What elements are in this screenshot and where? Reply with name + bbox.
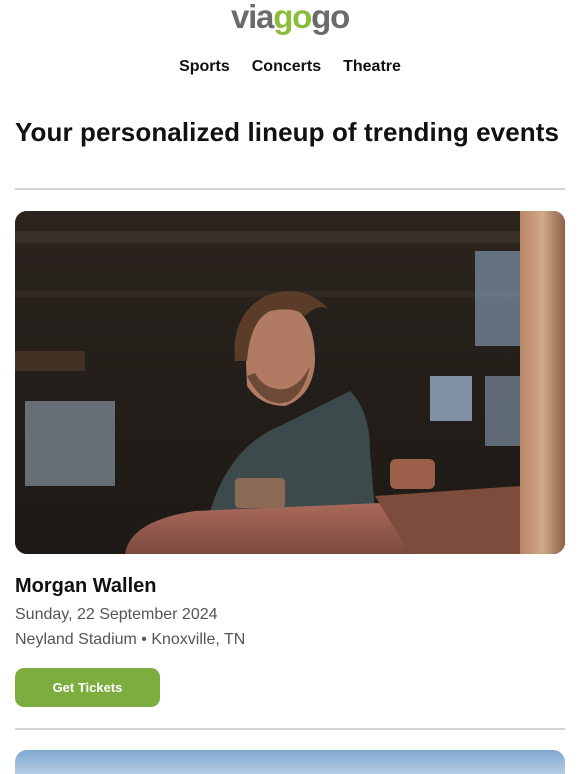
next-event-image[interactable]: [15, 750, 565, 774]
page-headline: Your personalized lineup of trending eve…: [15, 117, 560, 147]
logo-part-go-green: go: [273, 0, 312, 35]
event-title[interactable]: Morgan Wallen: [15, 575, 156, 598]
category-nav: Sports Concerts Theatre: [0, 58, 580, 76]
get-tickets-button[interactable]: Get Tickets: [15, 668, 160, 707]
event-date: Sunday, 22 September 2024: [15, 606, 218, 623]
artist-photo-icon: [15, 211, 565, 554]
nav-sports[interactable]: Sports: [179, 58, 230, 76]
logo-part-via: via: [230, 0, 274, 35]
viagogo-logo[interactable]: viagogo: [0, 0, 580, 34]
event-image[interactable]: [15, 211, 565, 554]
nav-concerts[interactable]: Concerts: [252, 58, 321, 76]
event-venue: Neyland Stadium • Knoxville, TN: [15, 631, 246, 648]
divider: [15, 728, 565, 730]
nav-theatre[interactable]: Theatre: [343, 58, 401, 76]
logo-part-go-gray: go: [311, 0, 350, 35]
divider: [15, 188, 565, 190]
